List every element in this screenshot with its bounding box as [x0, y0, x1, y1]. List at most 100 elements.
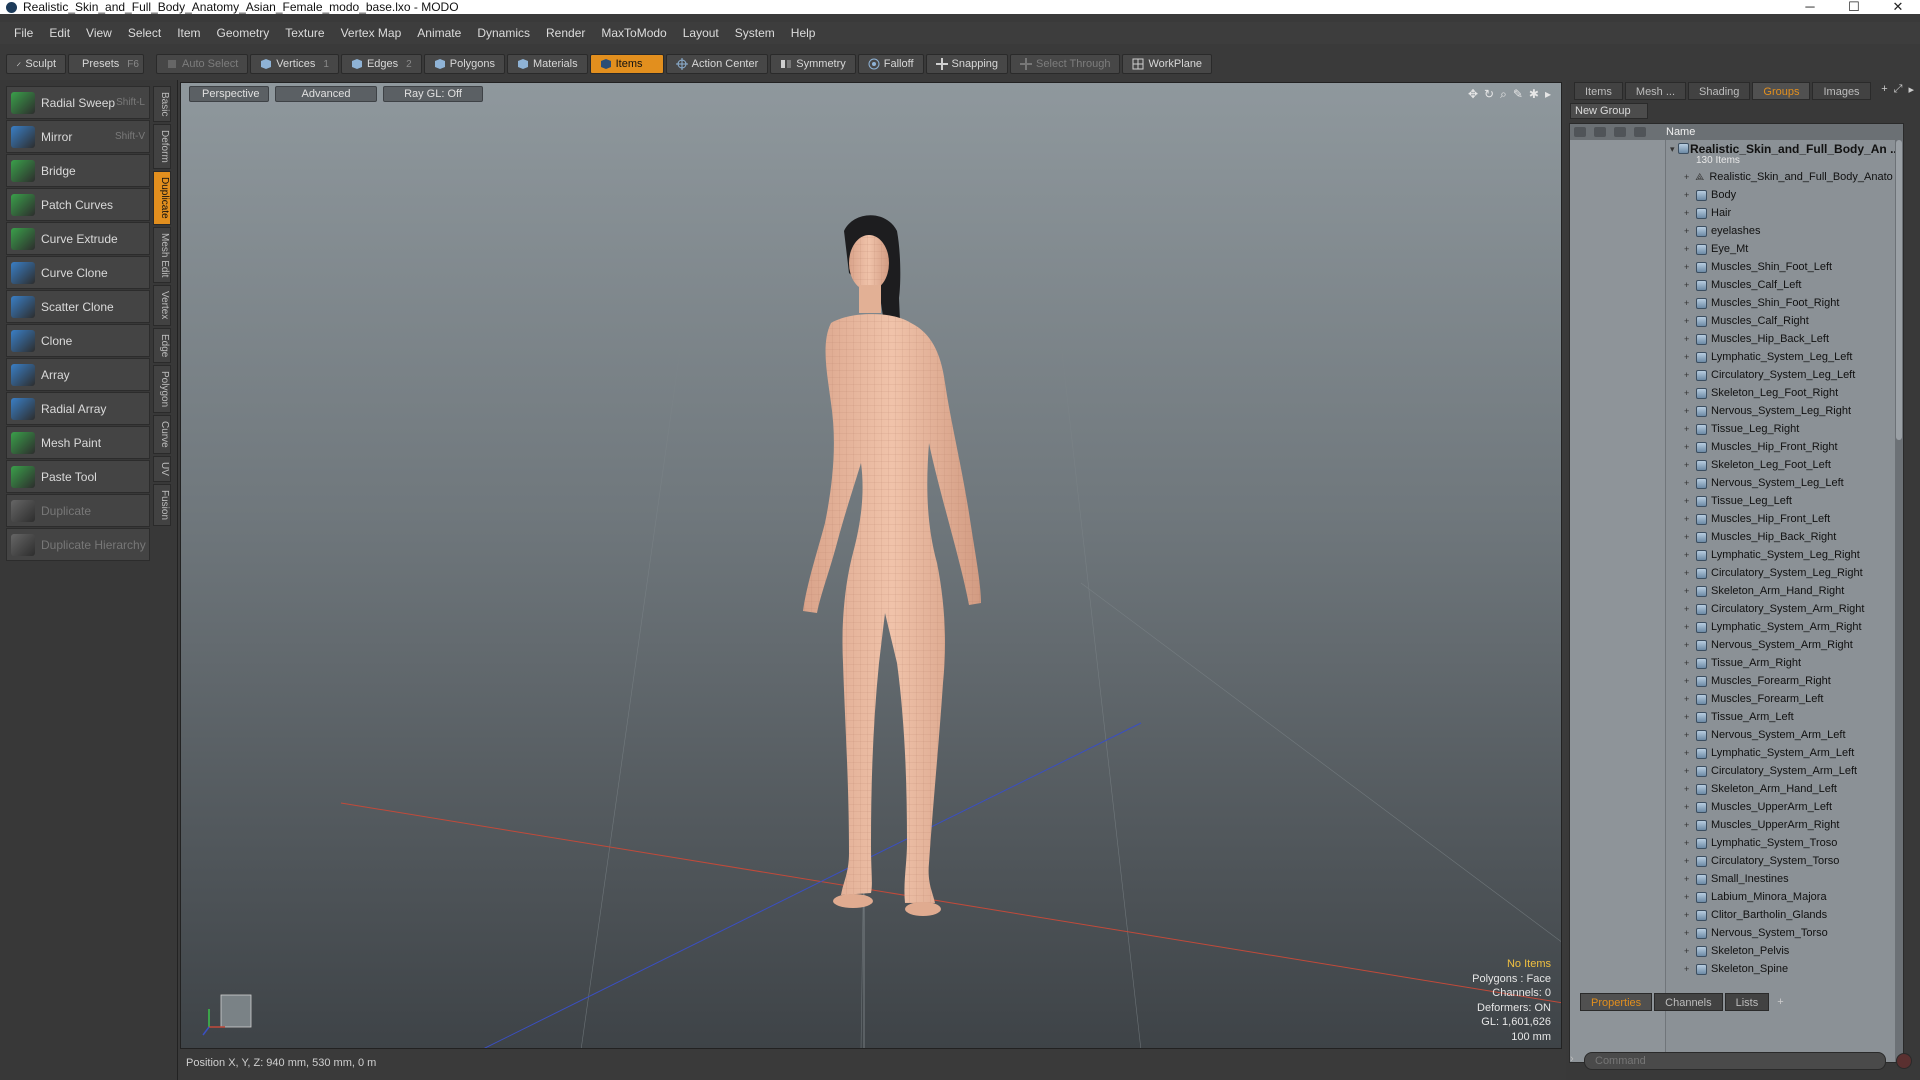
group-row[interactable]: + eyelashes	[1666, 222, 1903, 240]
expand-icon[interactable]: +	[1684, 298, 1692, 308]
expand-icon[interactable]: +	[1684, 478, 1692, 488]
expand-icon[interactable]: +	[1684, 316, 1692, 326]
pan-icon[interactable]: ✥	[1468, 87, 1478, 102]
raygl-toggle[interactable]: Ray GL: Off	[383, 86, 483, 102]
expand-icon[interactable]: +	[1684, 172, 1691, 182]
expand-icon[interactable]: +	[1684, 604, 1692, 614]
group-row[interactable]: + Lymphatic_System_Troso	[1666, 834, 1903, 852]
tab-uv[interactable]: UV	[153, 455, 171, 482]
tool-array[interactable]: Array	[6, 358, 150, 391]
group-row[interactable]: + Lymphatic_System_Arm_Right	[1666, 618, 1903, 636]
tool-patch-curves[interactable]: Patch Curves	[6, 188, 150, 221]
tab-properties[interactable]: Properties	[1580, 993, 1653, 1011]
expand-icon[interactable]: +	[1684, 856, 1692, 866]
group-row[interactable]: + Skeleton_Spine	[1666, 960, 1903, 978]
render-column-icon[interactable]	[1594, 127, 1606, 137]
action-center-button[interactable]: Action Center	[665, 54, 769, 74]
expand-icon[interactable]: +	[1684, 460, 1692, 470]
group-row[interactable]: + Labium_Minora_Majora	[1666, 888, 1903, 906]
group-row[interactable]: + Skeleton_Arm_Hand_Right	[1666, 582, 1903, 600]
vertices-button[interactable]: Vertices 1	[250, 54, 339, 74]
rotate-icon[interactable]: ↻	[1484, 87, 1494, 102]
expand-icon[interactable]: +	[1684, 640, 1692, 650]
expand-icon[interactable]: +	[1684, 190, 1692, 200]
group-row[interactable]: + Muscles_UpperArm_Right	[1666, 816, 1903, 834]
tab-vertex[interactable]: Vertex	[153, 285, 171, 326]
tab-duplicate[interactable]: Duplicate	[153, 171, 171, 225]
expand-icon[interactable]: +	[1684, 874, 1692, 884]
group-row[interactable]: + Skeleton_Pelvis	[1666, 942, 1903, 960]
tool-clone[interactable]: Clone	[6, 324, 150, 357]
add-tab-icon[interactable]: +	[1881, 83, 1887, 96]
polygons-button[interactable]: Polygons	[423, 54, 505, 74]
menu-file[interactable]: File	[6, 22, 41, 44]
group-row[interactable]: + Small_Inestines	[1666, 870, 1903, 888]
group-row[interactable]: + Clitor_Bartholin_Glands	[1666, 906, 1903, 924]
falloff-button[interactable]: Falloff	[857, 54, 924, 74]
expand-icon[interactable]: +	[1684, 352, 1692, 362]
panel-arrow-icon[interactable]: ▸	[1908, 83, 1914, 96]
group-row[interactable]: + Lymphatic_System_Leg_Left	[1666, 348, 1903, 366]
expand-icon[interactable]: +	[1684, 622, 1692, 632]
expand-icon[interactable]: +	[1684, 784, 1692, 794]
tree-scrollbar-thumb[interactable]	[1896, 140, 1902, 440]
settings-icon[interactable]: ✱	[1529, 87, 1539, 102]
group-row[interactable]: + Muscles_Hip_Back_Right	[1666, 528, 1903, 546]
group-row[interactable]: + Lymphatic_System_Arm_Left	[1666, 744, 1903, 762]
items-button[interactable]: Items	[589, 54, 664, 74]
expand-icon[interactable]: +	[1684, 694, 1692, 704]
group-row[interactable]: + Skeleton_Leg_Foot_Left	[1666, 456, 1903, 474]
expand-icon[interactable]: +	[1684, 388, 1692, 398]
shading-dropdown[interactable]: Advanced	[275, 86, 377, 102]
tab-groups[interactable]: Groups	[1752, 82, 1811, 100]
tab-mesh-edit[interactable]: Mesh Edit	[153, 226, 171, 284]
group-row[interactable]: + Muscles_Shin_Foot_Right	[1666, 294, 1903, 312]
tab-basic[interactable]: Basic	[153, 86, 171, 123]
view-mode-dropdown[interactable]: Perspective	[189, 86, 269, 102]
expand-icon[interactable]: +	[1684, 334, 1692, 344]
expand-icon[interactable]: +	[1684, 424, 1692, 434]
menu-render[interactable]: Render	[538, 22, 593, 44]
group-row[interactable]: + Muscles_Hip_Back_Left	[1666, 330, 1903, 348]
tab-polygon[interactable]: Polygon	[153, 365, 171, 414]
expand-icon[interactable]: +	[1684, 946, 1692, 956]
tree-scrollbar[interactable]	[1895, 140, 1903, 1062]
expand-icon[interactable]: +	[1684, 748, 1692, 758]
expand-icon[interactable]: +	[1684, 928, 1692, 938]
3d-viewport[interactable]: Perspective Advanced Ray GL: Off ✥ ↻ ⌕ ✎…	[180, 82, 1562, 1049]
group-row[interactable]: + Circulatory_System_Leg_Right	[1666, 564, 1903, 582]
group-row[interactable]: + Muscles_Hip_Front_Right	[1666, 438, 1903, 456]
group-row[interactable]: + Circulatory_System_Torso	[1666, 852, 1903, 870]
command-input[interactable]	[1584, 1052, 1886, 1070]
expand-icon[interactable]: +	[1684, 730, 1692, 740]
expand-icon[interactable]: +	[1684, 658, 1692, 668]
group-row[interactable]: + Nervous_System_Arm_Right	[1666, 636, 1903, 654]
minimize-button[interactable]: ─	[1788, 0, 1832, 14]
expand-icon[interactable]: +	[1684, 280, 1692, 290]
group-row[interactable]: + Nervous_System_Torso	[1666, 924, 1903, 942]
group-row[interactable]: + Body	[1666, 186, 1903, 204]
group-row[interactable]: + Muscles_Hip_Front_Left	[1666, 510, 1903, 528]
expand-icon[interactable]: +	[1684, 208, 1692, 218]
tool-curve-extrude[interactable]: Curve Extrude	[6, 222, 150, 255]
visibility-column-icon[interactable]	[1574, 127, 1586, 137]
expand-icon[interactable]: +	[1684, 406, 1692, 416]
expand-icon[interactable]: +	[1684, 226, 1692, 236]
expand-icon[interactable]: +	[1684, 838, 1692, 848]
menu-animate[interactable]: Animate	[409, 22, 469, 44]
group-row[interactable]: + Muscles_Shin_Foot_Left	[1666, 258, 1903, 276]
group-row[interactable]: + Muscles_Calf_Right	[1666, 312, 1903, 330]
group-row[interactable]: + Tissue_Arm_Right	[1666, 654, 1903, 672]
tab-channels[interactable]: Channels	[1654, 993, 1723, 1011]
brush-view-icon[interactable]: ✎	[1513, 87, 1523, 102]
tab-deform[interactable]: Deform	[153, 124, 171, 170]
auto-select-button[interactable]: Auto Select	[156, 54, 249, 74]
group-row[interactable]: + Eye_Mt	[1666, 240, 1903, 258]
tool-mirror[interactable]: Mirror Shift-V	[6, 120, 150, 153]
add-tab-icon[interactable]: +	[1771, 993, 1789, 1011]
menu-view[interactable]: View	[78, 22, 120, 44]
expand-icon[interactable]: +	[1684, 550, 1692, 560]
menu-layout[interactable]: Layout	[675, 22, 727, 44]
group-row[interactable]: + Tissue_Leg_Right	[1666, 420, 1903, 438]
expand-icon[interactable]: +	[1684, 370, 1692, 380]
